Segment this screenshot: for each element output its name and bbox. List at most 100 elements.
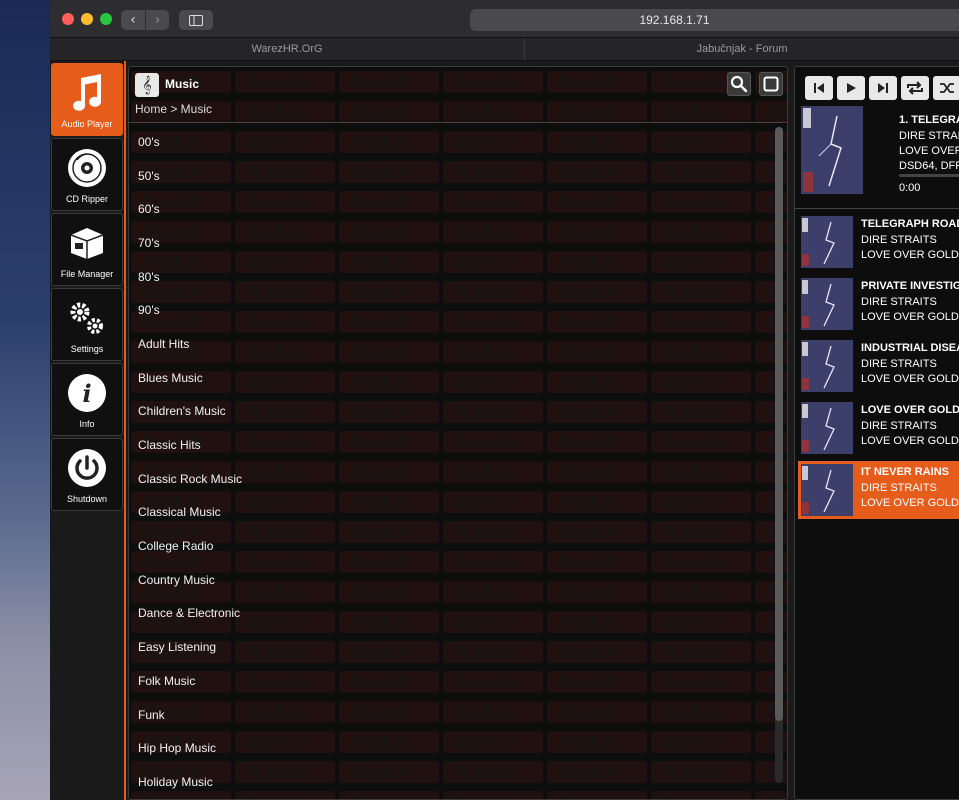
list-item[interactable]: Easy Listening: [129, 630, 769, 664]
list-item[interactable]: 00's: [129, 125, 769, 159]
list-item[interactable]: Country Music: [129, 563, 769, 597]
album-thumbnail: [801, 216, 853, 268]
scrollbar-thumb[interactable]: [775, 127, 783, 721]
queue-item[interactable]: IT NEVER RAINS DIRE STRAITS LOVE OVER GOLD: [798, 461, 959, 519]
list-item[interactable]: Classic Rock Music: [129, 462, 769, 496]
treble-clef-icon: 𝄞: [135, 73, 159, 97]
list-item[interactable]: 80's: [129, 260, 769, 294]
square-icon: [763, 76, 779, 92]
shuffle-icon: [940, 83, 954, 93]
queue-item[interactable]: TELEGRAPH ROAD DIRE STRAITS LOVE OVER GOLD: [795, 213, 959, 271]
sidebar-item-info[interactable]: i Info: [51, 363, 123, 436]
desktop-background: [0, 0, 50, 800]
list-item[interactable]: Blues Music: [129, 361, 769, 395]
list-item[interactable]: Hip Hop Music: [129, 731, 769, 765]
album-cover[interactable]: [801, 106, 863, 194]
now-playing-time: 0:00: [899, 182, 921, 194]
sidebar-item-cd-ripper[interactable]: CD Ripper: [51, 138, 123, 211]
queue-item[interactable]: INDUSTRIAL DISEA DIRE STRAITS LOVE OVER GO…: [795, 337, 959, 395]
list-item[interactable]: 90's: [129, 293, 769, 327]
next-button[interactable]: [869, 76, 897, 100]
sidebar-item-audio-player[interactable]: Audio Player: [51, 63, 123, 136]
previous-button[interactable]: [805, 76, 833, 100]
list-item[interactable]: Holiday Music: [129, 765, 769, 799]
queue-track-album: LOVE OVER GOLD: [861, 311, 959, 323]
play-icon: [847, 83, 856, 93]
list-item[interactable]: Children's Music: [129, 395, 769, 429]
queue-track-album: LOVE OVER GOLD: [861, 497, 959, 509]
list-item[interactable]: Dance & Electronic: [129, 597, 769, 631]
repeat-button[interactable]: [901, 76, 929, 100]
now-playing-title: 1. TELEGRA: [899, 114, 959, 126]
repeat-icon: [907, 81, 923, 95]
daphile-page: Audio Player CD Ripper File Manager Sett…: [50, 61, 959, 800]
previous-icon: [814, 83, 824, 93]
queue-track-artist: DIRE STRAITS: [861, 234, 937, 246]
search-button[interactable]: [727, 72, 751, 96]
queue-item[interactable]: LOVE OVER GOLD DIRE STRAITS LOVE OVER GOLD: [795, 399, 959, 457]
gears-icon: [66, 297, 108, 339]
library-panel: 𝄞 Music Home > Music 00's 50's 60's 70's 80'…: [128, 66, 788, 800]
queue-track-artist: DIRE STRAITS: [861, 482, 937, 494]
sidebar-item-label: File Manager: [60, 269, 114, 279]
now-playing-artist: DIRE STRAIT: [899, 130, 959, 142]
queue-track-artist: DIRE STRAITS: [861, 358, 937, 370]
album-thumbnail: [801, 278, 853, 330]
sidebar-toggle-button[interactable]: [179, 10, 213, 30]
tab-warezhr[interactable]: WarezHR.OrG: [50, 38, 525, 60]
music-note-icon: [66, 72, 108, 114]
next-icon: [878, 83, 888, 93]
now-playing-album: LOVE OVER: [899, 145, 959, 157]
list-item[interactable]: Classical Music: [129, 496, 769, 530]
cd-icon: [66, 147, 108, 189]
list-item[interactable]: Funk: [129, 698, 769, 732]
progress-bar[interactable]: [899, 174, 959, 177]
play-button[interactable]: [837, 76, 865, 100]
tab-jabucnjak-forum[interactable]: Jabučnjak - Forum: [525, 38, 959, 60]
back-button[interactable]: ‹: [121, 10, 145, 30]
queue-track-title: INDUSTRIAL DISEA: [861, 342, 959, 354]
now-playing: 1. TELEGRA DIRE STRAIT LOVE OVER DSD64, …: [801, 106, 959, 200]
library-header: 𝄞 Music Home > Music: [129, 67, 787, 123]
transport-controls: [805, 76, 959, 100]
queue-track-title: IT NEVER RAINS: [861, 466, 950, 478]
minimize-window-button[interactable]: [81, 13, 93, 25]
sidebar-item-label: Shutdown: [66, 494, 108, 504]
accent-divider: [124, 61, 126, 800]
queue-track-album: LOVE OVER GOLD: [861, 435, 959, 447]
sidebar-icon: [189, 14, 203, 26]
address-bar[interactable]: 192.168.1.71: [470, 9, 959, 31]
breadcrumb[interactable]: Home > Music: [135, 102, 212, 116]
album-thumbnail: [801, 464, 853, 516]
power-icon: [66, 447, 108, 489]
sidebar-item-settings[interactable]: Settings: [51, 288, 123, 361]
main-sidebar: Audio Player CD Ripper File Manager Sett…: [50, 63, 124, 513]
list-item[interactable]: Folk Music: [129, 664, 769, 698]
queue-item[interactable]: PRIVATE INVESTIG DIRE STRAITS LOVE OVER GO…: [795, 275, 959, 333]
list-item[interactable]: College Radio: [129, 529, 769, 563]
list-item[interactable]: 60's: [129, 192, 769, 226]
play-queue: TELEGRAPH ROAD DIRE STRAITS LOVE OVER GOLD…: [795, 208, 959, 519]
list-item[interactable]: Classic Hits: [129, 428, 769, 462]
sidebar-item-label: CD Ripper: [65, 194, 108, 204]
select-button[interactable]: [759, 72, 783, 96]
list-item[interactable]: 70's: [129, 226, 769, 260]
shuffle-button[interactable]: [933, 76, 959, 100]
history-nav: ‹ ›: [121, 10, 169, 30]
queue-track-album: LOVE OVER GOLD: [861, 249, 959, 261]
tab-bar: WarezHR.OrG Jabučnjak - Forum: [50, 38, 959, 61]
queue-track-title: PRIVATE INVESTIG: [861, 280, 959, 292]
close-window-button[interactable]: [62, 13, 74, 25]
forward-button[interactable]: ›: [145, 10, 169, 30]
sidebar-item-file-manager[interactable]: File Manager: [51, 213, 123, 286]
player-panel: 1. TELEGRA DIRE STRAIT LOVE OVER DSD64, …: [794, 66, 959, 800]
svg-text:i: i: [82, 379, 91, 408]
album-thumbnail: [801, 402, 853, 454]
list-item[interactable]: Adult Hits: [129, 327, 769, 361]
sidebar-item-shutdown[interactable]: Shutdown: [51, 438, 123, 511]
sidebar-item-label: Info: [79, 419, 95, 429]
browser-window: ‹ › 192.168.1.71 WarezHR.OrG Jabučnjak -…: [50, 0, 959, 800]
list-item[interactable]: 50's: [129, 159, 769, 193]
queue-track-artist: DIRE STRAITS: [861, 296, 937, 308]
zoom-window-button[interactable]: [100, 13, 112, 25]
